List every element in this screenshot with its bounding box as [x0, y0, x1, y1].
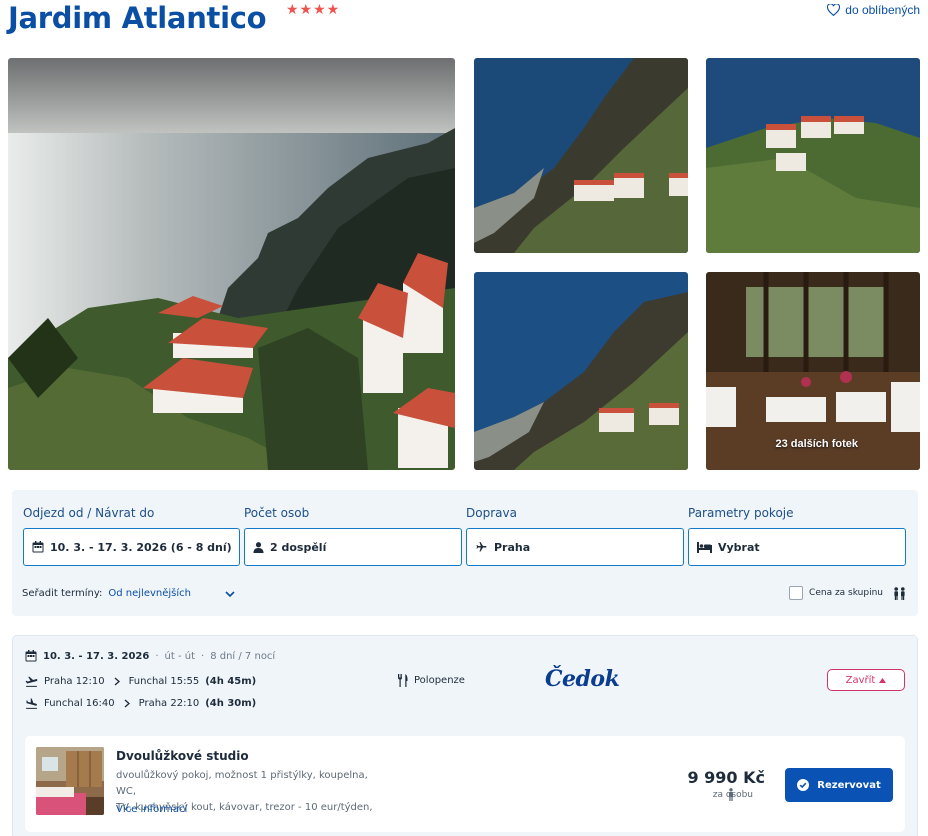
inbound-to: Praha 22:10: [138, 698, 200, 709]
chevron-right-icon: [114, 677, 120, 686]
main-photo-image: [8, 58, 455, 470]
main-photo[interactable]: [8, 58, 455, 470]
chevron-right-icon: [124, 699, 130, 708]
plane-icon: [476, 542, 487, 552]
room-photo-image: [36, 747, 104, 815]
person-icon: [253, 541, 264, 553]
plane-arrival-icon: [26, 698, 37, 709]
book-label: Rezervovat: [817, 779, 881, 791]
gallery-photo-2[interactable]: [474, 58, 688, 253]
people-value: 2 dospělí: [270, 540, 327, 554]
filter-people: Počet osob 2 dospělí: [244, 506, 462, 566]
gallery-photo-5[interactable]: 23 dalších fotek: [706, 272, 920, 470]
outbound-to: Funchal 15:55: [128, 676, 200, 687]
inbound-length: (4h 30m): [205, 698, 257, 709]
calendar-icon: [25, 650, 37, 662]
date-range-selector[interactable]: 10. 3. - 17. 3. 2026 (6 - 8 dní): [23, 528, 240, 566]
inbound-from: Funchal 16:40: [44, 698, 115, 709]
term-result-card: 10. 3. - 17. 3. 2026 · út - út · 8 dní /…: [12, 635, 918, 836]
group-price-label: Cena za skupinu: [809, 588, 883, 598]
room-description-line-1: dvoulůžkový pokoj, možnost 1 přistýlky, …: [116, 770, 368, 797]
check-circle-icon: [797, 779, 810, 791]
close-term-label: Zavřít: [845, 674, 876, 686]
add-to-favorites-button[interactable]: do oblíbených: [827, 3, 920, 17]
operator-logo: Čedok: [545, 666, 620, 692]
outbound-from: Praha 12:10: [44, 676, 105, 687]
outbound-flight-row: Praha 12:10 Funchal 15:55 (4h 45m): [25, 676, 256, 687]
hotel-title: Jardim Atlantico: [8, 1, 267, 35]
room-parameters-value: Vybrat: [718, 540, 760, 554]
group-price-checkbox[interactable]: [789, 586, 804, 600]
photo-gallery: 23 dalších fotek: [8, 58, 920, 470]
room-more-info-link[interactable]: Více informací: [116, 804, 187, 815]
star-rating: ★★★★: [286, 1, 341, 17]
group-price-toggle[interactable]: Cena za skupinu: [789, 586, 906, 600]
chevron-down-icon[interactable]: [225, 590, 235, 597]
sort-row: Seřadit termíny: Od nejlevnějších: [22, 588, 235, 599]
gallery-photo-3-image: [706, 58, 920, 253]
plane-departure-icon: [25, 676, 38, 687]
calendar-icon: [32, 541, 44, 553]
price-per-person-label: za osobu: [712, 790, 753, 800]
gallery-photo-2-image: [474, 58, 688, 253]
filter-room-label: Parametry pokoje: [688, 506, 794, 520]
room-price: 9 990 Kč: [687, 768, 765, 787]
room-offer: Dvoulůžkové studio dvoulůžkový pokoj, mo…: [25, 736, 905, 832]
book-button[interactable]: Rezervovat: [785, 768, 893, 802]
sort-select[interactable]: Od nejlevnějších: [108, 588, 191, 599]
filter-transport: Doprava Praha: [466, 506, 684, 566]
group-people-icon: [894, 586, 905, 600]
filter-dates-label: Odjezd od / Návrat do: [23, 506, 155, 520]
caret-up-icon: [879, 677, 887, 683]
person-icon: [729, 788, 733, 801]
board-label: Polopenze: [414, 675, 465, 686]
header: Jardim Atlantico ★★★★ do oblíbených: [8, 0, 920, 40]
term-dates-row: 10. 3. - 17. 3. 2026 · út - út · 8 dní /…: [25, 650, 275, 662]
room-parameters-selector[interactable]: Vybrat: [688, 528, 906, 566]
filter-people-label: Počet osob: [244, 506, 310, 520]
transport-selector[interactable]: Praha: [466, 528, 684, 566]
gallery-photo-4[interactable]: [474, 272, 688, 470]
favorite-label: do oblíbených: [845, 3, 920, 17]
room-photo[interactable]: [36, 747, 104, 815]
gallery-photo-4-image: [474, 272, 688, 470]
close-term-button[interactable]: Zavřít: [827, 669, 905, 691]
board-type: Polopenze: [397, 674, 465, 687]
inbound-flight-row: Funchal 16:40 Praha 22:10 (4h 30m): [25, 698, 256, 709]
term-days: út - út: [164, 650, 196, 662]
more-photos-link[interactable]: 23 dalších fotek: [775, 438, 858, 450]
people-selector[interactable]: 2 dospělí: [244, 528, 462, 566]
search-filters: Odjezd od / Návrat do 10. 3. - 17. 3. 20…: [12, 490, 918, 616]
heart-icon: [827, 4, 841, 16]
date-range-value: 10. 3. - 17. 3. 2026 (6 - 8 dní): [50, 540, 232, 554]
cutlery-icon: [398, 674, 408, 687]
term-dates: 10. 3. - 17. 3. 2026: [43, 650, 150, 662]
term-duration: 8 dní / 7 nocí: [210, 650, 276, 662]
filter-room: Parametry pokoje Vybrat: [688, 506, 906, 566]
room-name: Dvoulůžkové studio: [116, 749, 249, 763]
filter-transport-label: Doprava: [466, 506, 517, 520]
transport-value: Praha: [494, 540, 531, 554]
sort-label: Seřadit termíny:: [22, 588, 103, 599]
filter-dates: Odjezd od / Návrat do 10. 3. - 17. 3. 20…: [23, 506, 240, 566]
outbound-length: (4h 45m): [205, 676, 257, 687]
gallery-photo-3[interactable]: [706, 58, 920, 253]
bed-icon: [697, 541, 712, 553]
